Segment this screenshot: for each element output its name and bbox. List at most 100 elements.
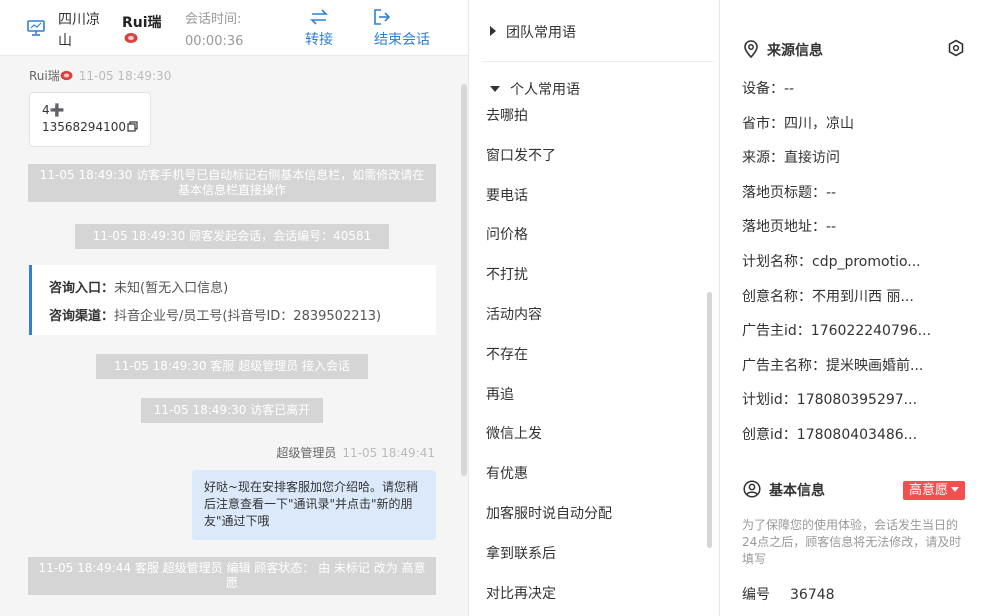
- message-time: 11-05 18:49:41: [342, 446, 435, 460]
- message-time: 11-05 18:49:30: [78, 69, 172, 83]
- phrase-item[interactable]: 去哪拍: [486, 106, 696, 146]
- system-message: 11-05 18:49:30 顾客发起会话，会话编号：40581: [75, 224, 389, 249]
- team-phrases-group[interactable]: 团队常用语: [490, 23, 576, 43]
- caret-right-icon: [490, 26, 496, 36]
- phrase-item[interactable]: 不打扰: [486, 265, 696, 305]
- source-info-row-value: 直接访问: [784, 150, 840, 167]
- phrase-item[interactable]: 拿到联系后: [486, 544, 696, 584]
- source-info-row-label: 广告主名称：: [742, 357, 826, 374]
- group-label: 团队常用语: [506, 25, 576, 41]
- source-info-list: 设备：-- 省市：四川，凉山 来源：直接访问 落地页标题：-- 落地页地址：-- 计划名称…: [742, 79, 972, 460]
- customer-id-value: 36748: [790, 587, 835, 603]
- system-message: 11-05 18:49:44 客服 超级管理员 编辑 顾客状态： 由 未标记 改…: [28, 557, 436, 595]
- phrase-item[interactable]: 有优惠: [486, 464, 696, 504]
- sender-name: 超级管理员: [276, 446, 337, 460]
- session-time-label: 会话时间:: [185, 12, 242, 27]
- end-session-button[interactable]: 结束会话: [371, 8, 433, 50]
- meat-emoji-icon: [124, 33, 138, 43]
- source-info-row-value: cdp_promotio...: [812, 253, 921, 270]
- message-sender: 超级管理员 11-05 18:49:41: [276, 445, 435, 461]
- consult-channel-value: 抖音企业号/员工号(抖音号ID：2839502213): [114, 309, 382, 324]
- phrase-item[interactable]: 窗口发不了: [486, 146, 696, 186]
- source-info-row: 落地页标题：--: [742, 183, 972, 218]
- phrase-item[interactable]: 活动内容: [486, 305, 696, 345]
- source-info-row: 创意id：178080403486...: [742, 425, 972, 460]
- phrase-item[interactable]: 问价格: [486, 225, 696, 265]
- chat-header: 四川凉山 Rui瑞 会话时间: 00:00:36 转接 结束会话: [0, 0, 468, 56]
- basic-info-notice: 为了保障您的使用体验，会话发生当日的24点之后，顾客信息将无法修改，请及时填写: [742, 518, 962, 566]
- customer-info-panel: 来源信息 设备：-- 省市：四川，凉山 来源：直接访问 落地页标题：-- 落地页地址：-…: [721, 0, 989, 616]
- source-info-row: 广告主id：176022240796...: [742, 321, 972, 356]
- phrase-item[interactable]: 加客服时说自动分配: [486, 504, 696, 544]
- source-info-row: 设备：--: [742, 79, 972, 114]
- intent-level-dropdown[interactable]: 高意愿: [903, 481, 966, 500]
- source-info-row: 广告主名称：提米映画婚前...: [742, 356, 972, 391]
- basic-info-label: 基本信息: [769, 483, 825, 499]
- source-info-row-label: 来源：: [742, 150, 784, 167]
- agent-message-bubble: 好哒~现在安排客服加您介绍哈。请您稍后注意查看一下"通讯录"并点击"新的朋友"通…: [192, 470, 436, 540]
- quick-phrases-panel: 团队常用语 个人常用语 去哪拍 窗口发不了 要电话 问价格 不打扰 活动内容 不存在 再追 微信…: [470, 0, 720, 616]
- phone-number: 13568294100: [42, 120, 126, 134]
- system-message: 11-05 18:49:30 客服 超级管理员 接入会话: [96, 354, 368, 379]
- source-info-row: 计划id：178080395297...: [742, 390, 972, 425]
- source-info-row-label: 创意id：: [742, 426, 797, 443]
- intent-level-label: 高意愿: [909, 483, 949, 498]
- session-timer: 00:00:36: [185, 34, 244, 49]
- meat-emoji-icon: [60, 70, 73, 81]
- phrase-item[interactable]: 要电话: [486, 186, 696, 226]
- message-line: 4➕: [42, 103, 65, 117]
- divider: [482, 61, 714, 62]
- exit-icon: [374, 9, 391, 25]
- source-info-row: 落地页地址：--: [742, 217, 972, 252]
- source-info-row: 计划名称：cdp_promotio...: [742, 252, 972, 287]
- transfer-icon: [310, 9, 328, 25]
- phrase-scrollbar[interactable]: [707, 292, 712, 548]
- source-info-row-label: 计划名称：: [742, 253, 812, 270]
- caret-down-icon: [951, 487, 960, 492]
- copy-icon[interactable]: [127, 121, 138, 132]
- agent-name: Rui瑞: [122, 15, 162, 31]
- source-info-row-label: 落地页地址：: [742, 219, 826, 236]
- phrase-item[interactable]: 对比再决定: [486, 584, 696, 616]
- phrase-list: 去哪拍 窗口发不了 要电话 问价格 不打扰 活动内容 不存在 再追 微信上发 有优惠 加客服时说自动…: [486, 106, 696, 616]
- transfer-button[interactable]: 转接: [302, 8, 336, 50]
- phrase-item[interactable]: 再追: [486, 385, 696, 425]
- caret-down-icon: [490, 86, 500, 92]
- phrase-item[interactable]: 微信上发: [486, 424, 696, 464]
- system-message: 11-05 18:49:30 访客已离开: [141, 398, 323, 423]
- source-info-row-label: 落地页标题：: [742, 184, 826, 201]
- source-info-row: 来源：直接访问: [742, 148, 972, 183]
- message-sender: Rui瑞 11-05 18:49:30: [29, 68, 171, 84]
- source-info-row-value: 四川，凉山: [784, 115, 854, 132]
- source-info-row-value: 178080395297...: [796, 392, 918, 409]
- end-session-label: 结束会话: [374, 32, 430, 48]
- user-circle-icon: [743, 480, 761, 498]
- source-info-row-label: 创意名称：: [742, 288, 812, 305]
- source-info-row-label: 设备：: [742, 81, 784, 97]
- source-info-title: 来源信息: [743, 40, 823, 61]
- visitor-message-bubble: 4➕ 13568294100: [29, 92, 151, 147]
- location-pin-icon: [744, 40, 758, 59]
- source-info-row-label: 广告主id：: [742, 323, 811, 340]
- consult-channel-label: 咨询渠道：: [49, 309, 115, 324]
- chat-scrollbar[interactable]: [461, 84, 467, 476]
- consult-info-card: 咨询入口：未知(暂无入口信息) 咨询渠道：抖音企业号/员工号(抖音号ID：283…: [29, 265, 436, 335]
- basic-info-title: 基本信息: [743, 480, 825, 501]
- source-info-row: 省市：四川，凉山: [742, 114, 972, 149]
- source-info-row-label: 省市：: [742, 115, 784, 132]
- system-message: 11-05 18:49:30 访客手机号已自动标记右侧基本信息栏，如需修改请在基…: [28, 164, 436, 202]
- transfer-label: 转接: [305, 32, 333, 48]
- customer-id-label: 编号: [742, 587, 770, 603]
- phrase-item[interactable]: 不存在: [486, 345, 696, 385]
- chat-panel: 四川凉山 Rui瑞 会话时间: 00:00:36 转接 结束会话 Rui瑞 11-…: [0, 0, 469, 616]
- personal-phrases-group[interactable]: 个人常用语: [490, 80, 580, 100]
- consult-entry-value: 未知(暂无入口信息): [114, 281, 229, 296]
- sender-name: Rui瑞: [29, 69, 60, 83]
- source-info-row-value: --: [826, 219, 837, 236]
- customer-id: 编号 36748: [742, 585, 835, 605]
- hexagon-settings-icon[interactable]: [947, 39, 965, 57]
- source-info-row-value: --: [784, 81, 795, 97]
- monitor-icon: [27, 20, 45, 36]
- source-info-row-value: --: [826, 184, 837, 201]
- source-info-row-label: 计划id：: [742, 392, 797, 409]
